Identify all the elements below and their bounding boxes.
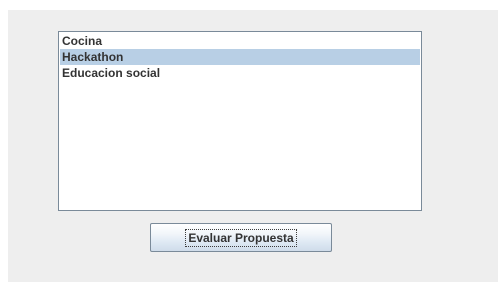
list-item[interactable]: Cocina <box>60 33 420 49</box>
list-item-selected[interactable]: Hackathon <box>60 49 420 65</box>
list-item[interactable]: Educacion social <box>60 65 420 81</box>
proposal-list[interactable]: Cocina Hackathon Educacion social <box>58 31 422 211</box>
evaluate-proposal-label: Evaluar Propuesta <box>185 228 297 247</box>
evaluate-proposal-button[interactable]: Evaluar Propuesta <box>150 223 332 252</box>
